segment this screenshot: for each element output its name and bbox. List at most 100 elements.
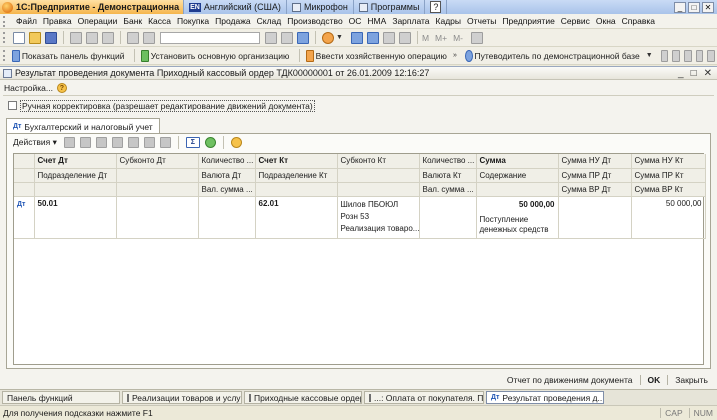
col-account-kt[interactable]: Счет Кт bbox=[255, 154, 338, 169]
cell-sum-nu-dt[interactable] bbox=[558, 196, 632, 239]
list-icon[interactable] bbox=[707, 49, 716, 62]
move-down-icon[interactable] bbox=[159, 137, 171, 148]
manual-correction-label[interactable]: Ручная корректировка (разрешает редактир… bbox=[20, 99, 315, 112]
cell-account-dt[interactable]: 50.01 bbox=[34, 196, 117, 239]
window-tab-payment[interactable]: ...: Оплата от покупателя. П... bbox=[364, 391, 484, 404]
find-icon[interactable] bbox=[265, 31, 277, 44]
col-subconto-kt[interactable]: Субконто Кт bbox=[337, 154, 420, 169]
cut-icon[interactable] bbox=[70, 31, 82, 44]
doc-maximize-button[interactable]: □ bbox=[691, 68, 697, 79]
col-sum-nu-kt[interactable]: Сумма НУ Кт bbox=[631, 154, 706, 169]
menu-help[interactable]: Справка bbox=[619, 14, 658, 29]
add-row-icon[interactable] bbox=[63, 137, 75, 148]
menu-enterprise[interactable]: Предприятие bbox=[499, 14, 557, 29]
col-currency-dt[interactable]: Валюта Дт bbox=[198, 168, 256, 183]
open-icon[interactable] bbox=[29, 31, 41, 44]
journal-icon[interactable] bbox=[660, 49, 669, 62]
tab-accounting[interactable]: Дт Бухгалтерский и налоговый учет bbox=[6, 118, 160, 134]
ok-button[interactable]: OK bbox=[645, 375, 664, 385]
accounts-icon[interactable] bbox=[684, 49, 692, 62]
col-division-kt[interactable]: Подразделение Кт bbox=[255, 168, 338, 183]
col-currency-sum-dt[interactable]: Вал. сумма ... bbox=[198, 182, 256, 197]
menu-cash[interactable]: Касса bbox=[145, 14, 174, 29]
undo-icon[interactable] bbox=[127, 31, 139, 44]
window-tab-sales[interactable]: Реализации товаров и услуг bbox=[122, 391, 242, 404]
cell-sum-nu-kt[interactable]: 50 000,00 bbox=[631, 196, 706, 239]
tools-icon[interactable] bbox=[471, 31, 483, 44]
menu-service[interactable]: Сервис bbox=[558, 14, 593, 29]
sum-icon[interactable]: Σ bbox=[185, 137, 200, 148]
restore-button[interactable]: □ bbox=[688, 1, 700, 13]
cell-quantity-dt[interactable] bbox=[198, 196, 256, 239]
col-subconto-dt[interactable]: Субконто Дт bbox=[116, 154, 199, 169]
col-sum-pr-kt[interactable]: Сумма ПР Кт bbox=[631, 168, 706, 183]
more-chevron-icon[interactable]: » bbox=[453, 52, 457, 59]
chart-icon[interactable] bbox=[695, 49, 704, 62]
settings-help-icon[interactable]: ? bbox=[56, 82, 67, 93]
cell-subconto-kt[interactable]: Шилов ПБОЮЛ Розн 53 Реализация товаро... bbox=[337, 196, 420, 239]
settings-link[interactable]: Настройка... bbox=[4, 83, 53, 93]
cell-quantity-kt[interactable] bbox=[419, 196, 477, 239]
copy-row-icon[interactable] bbox=[79, 137, 91, 148]
col-sum-pr-dt[interactable]: Сумма ПР Дт bbox=[558, 168, 632, 183]
menu-intangibles[interactable]: НМА bbox=[364, 14, 389, 29]
cell-subconto-dt[interactable] bbox=[116, 196, 199, 239]
end-edit-icon[interactable] bbox=[127, 137, 139, 148]
cell-account-kt[interactable]: 62.01 bbox=[255, 196, 338, 239]
col-quantity-kt[interactable]: Количество ... bbox=[419, 154, 477, 169]
menu-windows[interactable]: Окна bbox=[593, 14, 619, 29]
paste-icon[interactable] bbox=[102, 31, 114, 44]
show-panel-button[interactable]: Показать панель функций bbox=[22, 51, 125, 61]
grid-icon[interactable] bbox=[382, 31, 395, 44]
menu-hr[interactable]: Кадры bbox=[433, 14, 464, 29]
guide-dropdown-icon[interactable]: ▼ bbox=[646, 52, 653, 59]
cell-sum[interactable]: 50 000,00 Поступление денежных средств bbox=[476, 196, 559, 239]
minimize-button[interactable]: _ bbox=[674, 1, 686, 13]
search-input[interactable] bbox=[160, 31, 260, 44]
col-division-dt[interactable]: Подразделение Дт bbox=[34, 168, 117, 183]
close-button[interactable]: ✕ bbox=[702, 1, 714, 13]
programs-button[interactable]: Программы bbox=[354, 0, 426, 14]
actions-help-icon[interactable] bbox=[230, 137, 242, 148]
col-sum-vr-dt[interactable]: Сумма ВР Дт bbox=[558, 182, 632, 197]
menu-fixed-assets[interactable]: ОС bbox=[346, 14, 365, 29]
menu-file[interactable]: Файл bbox=[13, 14, 40, 29]
menu-edit[interactable]: Правка bbox=[40, 14, 75, 29]
info-icon[interactable] bbox=[322, 31, 334, 44]
close-form-button[interactable]: Закрыть bbox=[672, 375, 711, 385]
move-up-icon[interactable] bbox=[143, 137, 155, 148]
col-currency-kt[interactable]: Валюта Кт bbox=[419, 168, 477, 183]
col-account-dt[interactable]: Счет Дт bbox=[34, 154, 117, 169]
manual-correction-checkbox[interactable] bbox=[8, 101, 17, 110]
menu-payroll[interactable]: Зарплата bbox=[389, 14, 432, 29]
col-sum[interactable]: Сумма bbox=[476, 154, 559, 169]
menu-production[interactable]: Производство bbox=[284, 14, 345, 29]
window-tab-functions-panel[interactable]: Панель функций bbox=[2, 391, 120, 404]
new-document-icon[interactable] bbox=[13, 31, 25, 44]
redo-icon[interactable] bbox=[143, 31, 155, 44]
register-icon[interactable] bbox=[672, 49, 680, 62]
delete-row-icon[interactable] bbox=[111, 137, 123, 148]
edit-row-icon[interactable] bbox=[95, 137, 107, 148]
table-icon[interactable] bbox=[398, 31, 411, 44]
menu-warehouse[interactable]: Склад bbox=[254, 14, 285, 29]
menu-purchase[interactable]: Покупка bbox=[174, 14, 212, 29]
window-tab-cash-orders[interactable]: Приходные кассовые ордера bbox=[244, 391, 362, 404]
app-window-button[interactable]: 1С:Предприятие - Демонстрационна bbox=[0, 0, 185, 14]
dropdown-arrow-icon[interactable]: ▼ bbox=[336, 34, 343, 41]
menu-sales[interactable]: Продажа bbox=[212, 14, 253, 29]
language-indicator[interactable]: EN Английский (США) bbox=[184, 0, 287, 14]
doc-minimize-button[interactable]: _ bbox=[678, 68, 684, 79]
actions-menu[interactable]: Действия ▾ bbox=[13, 137, 57, 148]
memory-m-button[interactable]: M bbox=[422, 33, 429, 43]
find-next-icon[interactable] bbox=[281, 31, 293, 44]
set-organization-button[interactable]: Установить основную организацию bbox=[151, 51, 290, 61]
save-icon[interactable] bbox=[45, 31, 57, 44]
guide-button[interactable]: Путеводитель по демонстрационной базе bbox=[475, 51, 640, 61]
refresh-icon[interactable] bbox=[204, 137, 216, 148]
postings-grid[interactable]: Счет Дт Субконто Дт Количество ... Счет … bbox=[13, 153, 706, 365]
bookmark-icon[interactable] bbox=[297, 31, 309, 44]
col-quantity-dt[interactable]: Количество ... bbox=[198, 154, 256, 169]
enter-operation-button[interactable]: Ввести хозяйственную операцию bbox=[316, 51, 447, 61]
menu-operations[interactable]: Операции bbox=[75, 14, 121, 29]
